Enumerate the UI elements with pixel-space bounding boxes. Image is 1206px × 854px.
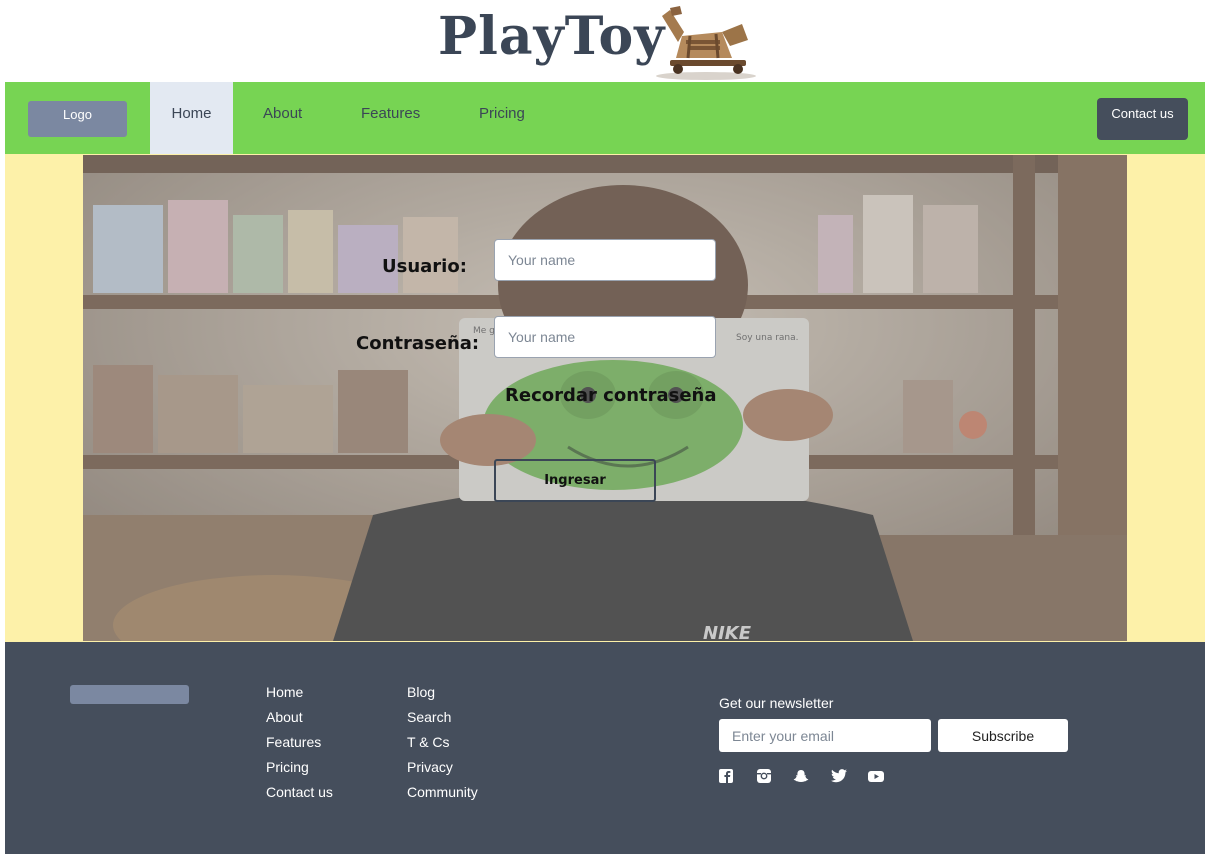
nav-link-pricing[interactable]: Pricing: [479, 82, 525, 154]
nav-logo[interactable]: Logo: [28, 101, 127, 137]
footer-link-privacy[interactable]: Privacy: [407, 759, 478, 784]
username-input[interactable]: [494, 239, 716, 281]
footer-link-pricing[interactable]: Pricing: [266, 759, 333, 784]
footer-link-terms[interactable]: T & Cs: [407, 734, 478, 759]
nav-link-features[interactable]: Features: [361, 82, 420, 154]
brand-header: PlayToy: [0, 0, 1206, 82]
footer-links-primary: Home About Features Pricing Contact us: [266, 684, 333, 809]
facebook-icon[interactable]: [719, 769, 735, 783]
navbar: Logo Home About Features Pricing Contact…: [5, 82, 1205, 154]
rocking-horse-icon: [656, 6, 756, 80]
contact-us-button[interactable]: Contact us: [1097, 98, 1188, 140]
footer-link-about[interactable]: About: [266, 709, 333, 734]
remember-password-label[interactable]: Recordar contraseña: [505, 385, 717, 406]
snapchat-icon[interactable]: [793, 769, 809, 783]
youtube-icon[interactable]: [868, 769, 884, 783]
footer-link-blog[interactable]: Blog: [407, 684, 478, 709]
login-submit-button[interactable]: Ingresar: [494, 459, 656, 502]
footer-link-home[interactable]: Home: [266, 684, 333, 709]
nav-link-about[interactable]: About: [263, 82, 302, 154]
password-input[interactable]: [494, 316, 716, 358]
newsletter-title: Get our newsletter: [719, 695, 834, 711]
nav-link-home[interactable]: Home: [150, 82, 233, 154]
instagram-icon[interactable]: [756, 769, 772, 783]
footer-link-features[interactable]: Features: [266, 734, 333, 759]
footer-link-contact[interactable]: Contact us: [266, 784, 333, 809]
subscribe-button[interactable]: Subscribe: [938, 719, 1068, 752]
brand-title: PlayToy: [438, 6, 666, 67]
footer: Home About Features Pricing Contact us B…: [5, 642, 1205, 854]
twitter-icon[interactable]: [831, 769, 847, 783]
footer-links-secondary: Blog Search T & Cs Privacy Community: [407, 684, 478, 809]
footer-link-community[interactable]: Community: [407, 784, 478, 809]
newsletter-email-input[interactable]: [719, 719, 931, 752]
password-label: Contraseña:: [356, 333, 480, 354]
username-label: Usuario:: [382, 256, 467, 277]
footer-link-search[interactable]: Search: [407, 709, 478, 734]
footer-logo[interactable]: [70, 685, 189, 704]
